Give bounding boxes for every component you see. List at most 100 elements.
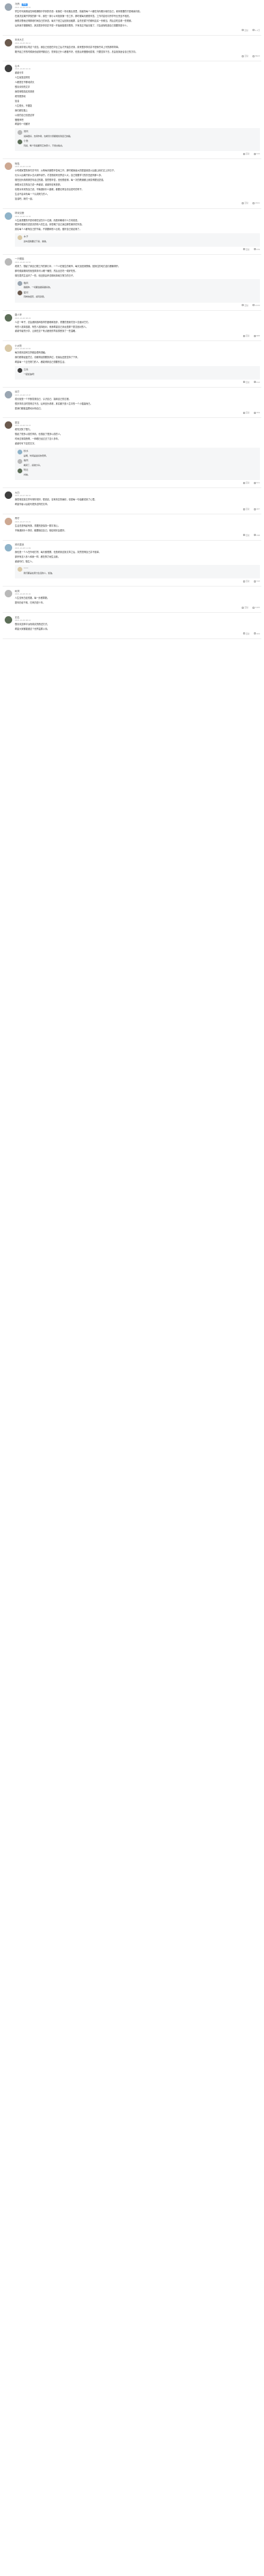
reply-header: 云朵: [24, 368, 257, 372]
avatar[interactable]: [18, 291, 22, 296]
avatar[interactable]: [5, 313, 12, 322]
like-button[interactable]: 1533: [252, 304, 260, 307]
comment-body: 其实我非常认同这个说法。我自己也是在毕业之后才开始意识到，原来很多事情并不是像书…: [15, 46, 260, 53]
comment-paragraph: 成长就是一个不断发现自己、认识自己、接纳自己的过程。: [15, 397, 71, 400]
avatar[interactable]: [18, 129, 22, 135]
username[interactable]: 阿桔: [15, 162, 20, 166]
reply-label: 回复: [246, 380, 250, 384]
reply-thread: 一一 我们都是在努力生活的人，加油。: [15, 565, 260, 579]
like-button[interactable]: 8623: [252, 55, 260, 57]
reply-username[interactable]: 南风: [24, 459, 28, 462]
avatar[interactable]: [5, 3, 12, 11]
thumbs-up-icon: [253, 580, 256, 582]
comment-body: 看哭了。想起了我自己刚工作的那几年，一个人在陌生的城市，每天加班到很晚，回到住的…: [15, 265, 260, 277]
avatar[interactable]: [18, 469, 22, 473]
reply-header: 清风: [24, 130, 257, 134]
username[interactable]: 无名: [15, 616, 20, 620]
reply-button[interactable]: 回复: [242, 202, 248, 205]
reply-username[interactable]: 一一: [24, 567, 28, 570]
reply-button[interactable]: 回复: [243, 632, 250, 635]
reply-button[interactable]: 回复: [242, 29, 248, 32]
avatar[interactable]: [18, 235, 22, 240]
reply-button[interactable]: 回复: [243, 334, 250, 337]
avatar[interactable]: [5, 212, 12, 220]
like-button[interactable]: 976: [253, 248, 260, 251]
avatar[interactable]: [18, 458, 22, 464]
reply-button[interactable]: 回复: [243, 481, 250, 484]
reply-button[interactable]: 回复: [242, 55, 248, 57]
avatar[interactable]: [5, 65, 12, 73]
like-button[interactable]: 315: [253, 152, 260, 155]
reply-username[interactable]: 秋水: [24, 450, 28, 453]
comment-paragraph: 人这一辈子，总会遇到各种各样的困难和挫折，重要的是我们怎么去面对它们。: [15, 320, 90, 324]
comment-timestamp: 2021-10-29 08:14: [15, 620, 31, 622]
reply-button[interactable]: 回复: [243, 534, 250, 537]
username[interactable]: 林深见鹿: [15, 212, 24, 215]
reply-item: 清风 说得很好，支持作者，也希望大家都能找到自己的路。: [18, 129, 257, 138]
reply-username[interactable]: 阿北: [24, 469, 28, 472]
username[interactable]: 米米大王: [15, 38, 24, 42]
like-button[interactable]: 743: [253, 580, 260, 582]
avatar[interactable]: [18, 567, 22, 572]
reply-item: 晚风 抱抱你，一切都会越来越好的。: [18, 281, 257, 289]
like-button[interactable]: 359: [253, 411, 260, 414]
like-button[interactable]: 521: [253, 481, 260, 484]
comment-paragraph: 也想对未来的自己说，不管遇到什么困难，都要记得当初出发时的样子。: [15, 187, 84, 191]
reply-username[interactable]: 木子: [24, 235, 28, 239]
username[interactable]: 路人甲: [15, 313, 22, 317]
like-button[interactable]: 688: [253, 334, 260, 337]
username[interactable]: 一只橘猫: [15, 258, 24, 261]
avatar[interactable]: [5, 590, 12, 598]
like-button[interactable]: 287: [253, 508, 260, 510]
username[interactable]: 冷鸽: [15, 3, 20, 6]
reply-button[interactable]: 回复: [243, 411, 250, 414]
avatar[interactable]: [18, 281, 22, 287]
reply-thread: 木子 这句话我要记下来，谢谢。: [15, 233, 260, 247]
comment-timestamp: 2021-10-26 10:02: [15, 348, 31, 351]
reply-button[interactable]: 回复: [242, 304, 248, 307]
like-button[interactable]: 1.2万: [252, 29, 260, 32]
avatar[interactable]: [5, 518, 12, 526]
username[interactable]: 远方: [15, 390, 20, 394]
comment-actions: 回复 412: [15, 381, 260, 384]
reply-username[interactable]: 星河: [24, 291, 28, 295]
avatar[interactable]: [18, 449, 22, 454]
reply-username[interactable]: 晚风: [24, 282, 28, 285]
avatar[interactable]: [18, 140, 22, 145]
reply-icon: [243, 508, 246, 510]
username[interactable]: 大白: [15, 491, 20, 495]
comment-paragraph: 有些人选择逃避，有些人选择面对，而我希望自己永远是那个愿意面对的人。: [15, 325, 88, 328]
avatar[interactable]: [5, 616, 12, 624]
username[interactable]: 青柠: [15, 517, 20, 520]
avatar[interactable]: [5, 345, 12, 353]
reply-icon: [243, 534, 246, 537]
comment-actions: 回复 359: [15, 411, 260, 414]
username[interactable]: 风吹麦浪: [15, 543, 24, 547]
like-button[interactable]: 412: [253, 381, 260, 384]
reply-button[interactable]: 回复: [242, 606, 248, 609]
like-button[interactable]: 164: [253, 632, 260, 635]
like-button[interactable]: 198: [253, 534, 260, 537]
avatar[interactable]: [5, 543, 12, 551]
reply-icon: [242, 55, 244, 57]
reply-button[interactable]: 回复: [243, 508, 250, 510]
like-button[interactable]: 1105: [252, 606, 260, 609]
avatar[interactable]: [5, 258, 12, 266]
reply-username[interactable]: 小鱼: [24, 140, 28, 143]
reply-button[interactable]: 回复: [243, 381, 250, 384]
reply-button[interactable]: 回复: [243, 248, 250, 251]
avatar[interactable]: [5, 421, 12, 429]
like-button[interactable]: 2041: [252, 202, 260, 205]
avatar[interactable]: [5, 390, 12, 398]
avatar[interactable]: [18, 367, 22, 373]
comment-body: 人这一辈子，总会遇到各种各样的困难和挫折，重要的是我们怎么去面对它们。 有些人选择…: [15, 321, 260, 333]
reply-username[interactable]: 云朵: [24, 368, 28, 371]
reply-header: 晚风: [24, 281, 257, 285]
avatar[interactable]: [5, 491, 12, 500]
avatar[interactable]: [5, 38, 12, 47]
avatar[interactable]: [5, 162, 12, 171]
reply-button[interactable]: 回复: [243, 580, 250, 582]
comment-paragraph: 看哭了。想起了我自己刚工作的那几年，一个人在陌生的城市，每天加班到很晚，回到住的…: [15, 264, 121, 268]
reply-button[interactable]: 回复: [243, 152, 250, 155]
reply-username[interactable]: 清风: [24, 130, 28, 133]
